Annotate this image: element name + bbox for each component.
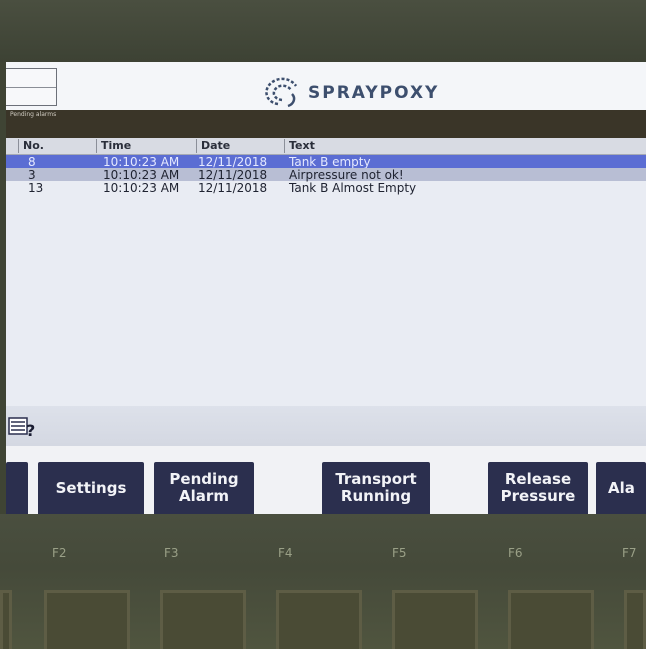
table-header: No. Time Date Text (6, 138, 646, 155)
function-key-f3[interactable] (160, 590, 246, 649)
pending-alarm-button[interactable]: Pending Alarm (154, 462, 254, 514)
release-pressure-line1: Release (504, 470, 572, 488)
release-pressure-line2: Pressure (500, 487, 576, 505)
function-key-f2[interactable] (44, 590, 130, 649)
fkey-label-f6: F6 (508, 546, 523, 560)
hmi-screen: SPRAYPOXY Pending alarms No. Time Date T… (6, 62, 646, 514)
softkey-partial-left[interactable] (6, 462, 28, 514)
settings-button[interactable]: Settings (38, 462, 144, 514)
transport-running-line2: Running (340, 487, 412, 505)
cell-date: 12/11/2018 (198, 168, 268, 182)
table-row[interactable]: 8 10:10:23 AM 12/11/2018 Tank B empty (6, 155, 646, 169)
settings-button-label: Settings (55, 478, 127, 497)
table-row[interactable]: 3 10:10:23 AM 12/11/2018 Airpressure not… (6, 168, 646, 182)
softkey-row: Settings Pending Alarm Transport Running… (6, 446, 646, 514)
column-header-time[interactable]: Time (96, 139, 201, 153)
panel-bezel-bottom: F2 F3 F4 F5 F6 F7 (0, 514, 646, 649)
cell-date: 12/11/2018 (198, 155, 268, 169)
column-header-text[interactable]: Text (284, 139, 639, 153)
transport-running-line1: Transport (335, 470, 417, 488)
fkey-label-f3: F3 (164, 546, 179, 560)
screen-header: SPRAYPOXY (6, 62, 646, 114)
pending-alarms-strip: Pending alarms (6, 110, 646, 138)
cell-date: 12/11/2018 (198, 181, 268, 195)
panel-bezel-top (0, 0, 646, 62)
strip-label: Pending alarms (10, 111, 57, 118)
fkey-label-f2: F2 (52, 546, 67, 560)
alarm-button-label: Ala (608, 478, 635, 497)
logo-swirl-icon (265, 77, 298, 108)
pending-alarm-line1: Pending (169, 470, 239, 488)
release-pressure-button[interactable]: Release Pressure (488, 462, 588, 514)
alarm-help-icon[interactable]: ? (8, 412, 42, 440)
cell-text: Tank B Almost Empty (289, 181, 417, 195)
function-key-f7[interactable] (624, 590, 646, 649)
fkey-label-f5: F5 (392, 546, 407, 560)
pending-alarm-line2: Alarm (179, 487, 229, 505)
svg-text:?: ? (26, 421, 35, 440)
function-key-f4[interactable] (276, 590, 362, 649)
header-box-divider (6, 87, 56, 88)
table-row[interactable]: 13 10:10:23 AM 12/11/2018 Tank B Almost … (6, 181, 646, 195)
function-key-f1[interactable] (0, 590, 12, 649)
cell-time: 10:10:23 AM (103, 155, 180, 169)
function-key-f6[interactable] (508, 590, 594, 649)
fkey-label-f4: F4 (278, 546, 293, 560)
cell-text: Tank B empty (289, 155, 371, 169)
column-header-no[interactable]: No. (18, 139, 101, 153)
cell-no: 3 (28, 168, 36, 182)
function-key-f5[interactable] (392, 590, 478, 649)
column-header-date[interactable]: Date (196, 139, 289, 153)
alarm-toolbar: ? (6, 406, 646, 446)
header-status-box (6, 68, 57, 106)
alarm-button-partial[interactable]: Ala (596, 462, 646, 514)
fkey-label-f7: F7 (622, 546, 637, 560)
transport-running-button[interactable]: Transport Running (322, 462, 430, 514)
logo-text: SPRAYPOXY (308, 83, 440, 103)
alarm-table: No. Time Date Text 8 10:10:23 AM 12/11/2… (6, 138, 646, 195)
cell-no: 8 (28, 155, 36, 169)
cell-text: Airpressure not ok! (289, 168, 404, 182)
cell-time: 10:10:23 AM (103, 168, 180, 182)
cell-no: 13 (28, 181, 44, 195)
cell-time: 10:10:23 AM (103, 181, 180, 195)
